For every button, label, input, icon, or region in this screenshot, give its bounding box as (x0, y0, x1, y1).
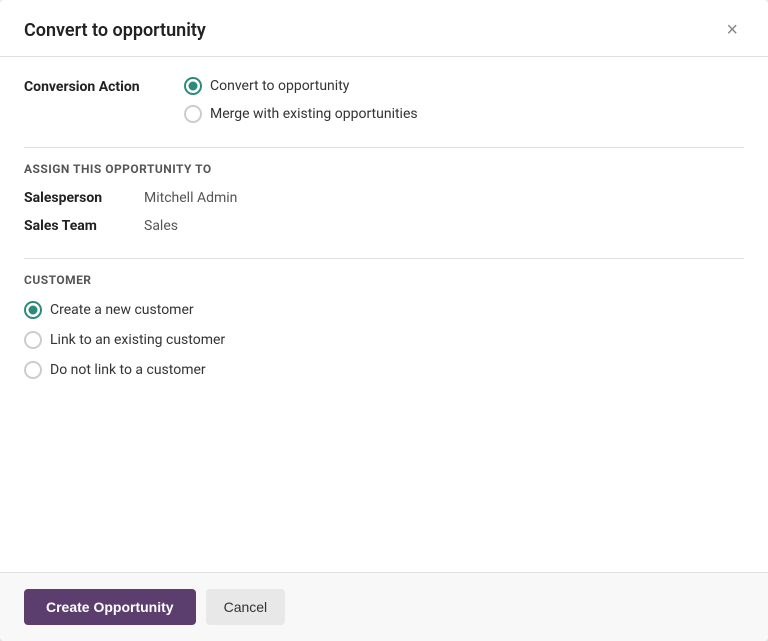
radio-create-new-customer[interactable]: Create a new customer (24, 301, 744, 319)
radio-no-customer-input[interactable] (24, 361, 42, 379)
modal-footer: Create Opportunity Cancel (0, 572, 768, 641)
sales-team-row: Sales Team Sales (24, 218, 744, 234)
conversion-action-row: Conversion Action Convert to opportunity… (24, 77, 744, 123)
customer-section-title: CUSTOMER (24, 273, 744, 287)
customer-radio-group: Create a new customer Link to an existin… (24, 301, 744, 379)
conversion-action-label: Conversion Action (24, 77, 184, 95)
radio-create-new-label: Create a new customer (50, 302, 194, 318)
sales-team-value: Sales (144, 218, 178, 234)
radio-merge-input[interactable] (184, 105, 202, 123)
assign-section-title: ASSIGN THIS OPPORTUNITY TO (24, 162, 744, 176)
radio-link-existing-customer[interactable]: Link to an existing customer (24, 331, 744, 349)
salesperson-label: Salesperson (24, 190, 144, 206)
radio-no-customer-label: Do not link to a customer (50, 362, 206, 378)
modal-header: Convert to opportunity × (0, 0, 768, 57)
radio-convert-label: Convert to opportunity (210, 78, 349, 94)
close-button[interactable]: × (720, 18, 744, 42)
radio-link-existing-label: Link to an existing customer (50, 332, 225, 348)
customer-divider (24, 258, 744, 259)
sales-team-label: Sales Team (24, 218, 144, 234)
radio-link-existing-input[interactable] (24, 331, 42, 349)
radio-create-new-input[interactable] (24, 301, 42, 319)
radio-no-customer[interactable]: Do not link to a customer (24, 361, 744, 379)
radio-convert-input[interactable] (184, 77, 202, 95)
cancel-button[interactable]: Cancel (206, 589, 286, 625)
radio-merge-label: Merge with existing opportunities (210, 106, 418, 122)
radio-merge-opportunities[interactable]: Merge with existing opportunities (184, 105, 418, 123)
salesperson-row: Salesperson Mitchell Admin (24, 190, 744, 206)
customer-section: CUSTOMER Create a new customer Link to a… (24, 258, 744, 379)
modal-dialog: Convert to opportunity × Conversion Acti… (0, 0, 768, 641)
modal-title: Convert to opportunity (24, 20, 206, 41)
conversion-action-radio-group: Convert to opportunity Merge with existi… (184, 77, 418, 123)
assign-section: ASSIGN THIS OPPORTUNITY TO Salesperson M… (24, 147, 744, 234)
salesperson-value: Mitchell Admin (144, 190, 237, 206)
modal-body: Conversion Action Convert to opportunity… (0, 57, 768, 572)
radio-convert-to-opportunity[interactable]: Convert to opportunity (184, 77, 418, 95)
create-opportunity-button[interactable]: Create Opportunity (24, 589, 196, 625)
assign-divider (24, 147, 744, 148)
